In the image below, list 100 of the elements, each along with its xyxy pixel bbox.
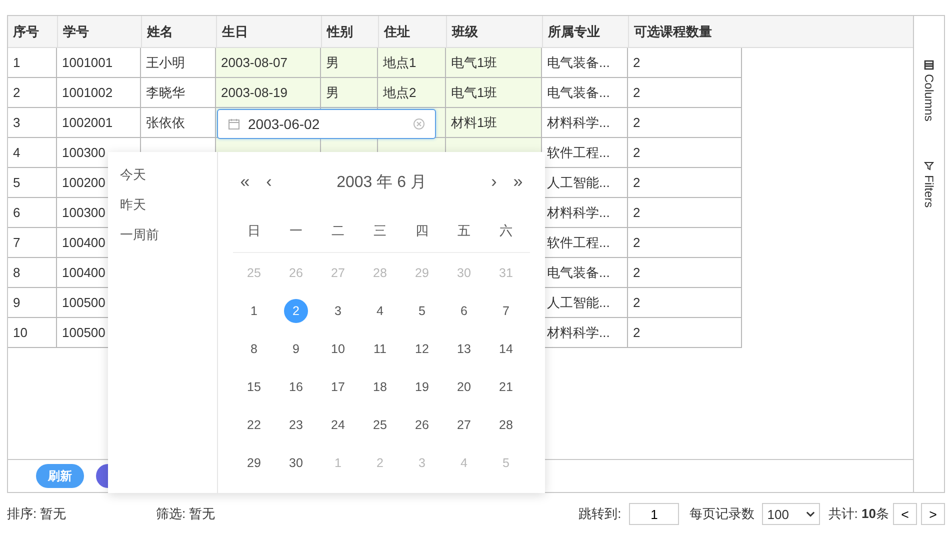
calendar-day[interactable]: 1 [242,299,266,323]
column-header[interactable]: 所属专业 [542,16,628,47]
table-cell: 2 [628,168,742,198]
table-cell: 2 [628,258,742,288]
weekday-label: 五 [456,222,472,240]
table-cell: 2 [628,48,742,78]
calendar-day[interactable]: 16 [284,375,308,399]
calendar-day[interactable]: 23 [284,413,308,437]
filter-icon [924,161,934,172]
table-cell: 7 [8,228,57,258]
table-cell: 电气装备... [542,48,628,78]
calendar-day[interactable]: 18 [368,375,392,399]
weekday-label: 四 [414,222,430,240]
table-cell: 1002001 [57,108,141,138]
table-cell: 材料科学... [542,108,628,138]
calendar-icon [228,118,240,130]
calendar-day[interactable]: 26 [410,413,434,437]
calendar-day[interactable]: 25 [368,413,392,437]
calendar-day[interactable]: 9 [284,337,308,361]
calendar-day[interactable]: 12 [410,337,434,361]
column-header[interactable]: 性别 [321,16,378,47]
page-input[interactable]: 1 [629,503,680,525]
page-size-select[interactable]: 100 [762,503,820,525]
table-cell: 2 [628,228,742,258]
calendar-day[interactable]: 22 [242,413,266,437]
table-cell: 2 [628,288,742,318]
prev-month-button[interactable]: ‹ [257,172,281,192]
table-cell: 地点1 [378,48,446,78]
calendar-day[interactable]: 8 [242,337,266,361]
table-cell: 1001002 [57,78,141,108]
clear-icon[interactable] [413,118,425,130]
filter-status: 筛选: 暂无 [156,505,216,523]
calendar-day[interactable]: 3 [326,299,350,323]
sort-status: 排序: 暂无 [7,505,68,523]
calendar-day[interactable]: 29 [242,451,266,475]
table-cell: 2 [628,138,742,168]
table-cell: 1001001 [57,48,141,78]
weekday-label: 三 [372,222,388,240]
prev-year-button[interactable]: « [233,172,257,192]
table-cell: 6 [8,198,57,228]
column-header[interactable]: 序号 [8,16,57,47]
table-cell: 9 [8,288,57,318]
column-header[interactable]: 学号 [57,16,141,47]
calendar-day[interactable]: 19 [410,375,434,399]
table-cell: 2 [628,318,742,348]
calendar-day[interactable]: 5 [410,299,434,323]
column-header[interactable]: 可选课程数量 [628,16,742,47]
month-title: 2003 年 6 月 [336,172,428,192]
calendar-day[interactable]: 7 [494,299,518,323]
table-cell: 电气1班 [446,48,542,78]
side-panel-tab[interactable]: Columns [922,60,936,122]
weekday-label: 二 [330,222,346,240]
calendar-day[interactable]: 15 [242,375,266,399]
table-cell: 5 [8,168,57,198]
columns-icon [924,60,934,70]
table-cell: 2 [628,78,742,108]
page-size-label: 每页记录数 [689,505,754,523]
calendar-day[interactable]: 4 [368,299,392,323]
table-cell: 3 [8,108,57,138]
table-cell: 2 [628,198,742,228]
table-cell: 4 [8,138,57,168]
table-cell: 2003-08-07 [216,48,321,78]
table-cell: 2 [8,78,57,108]
side-panel-tab[interactable]: Filters [922,161,936,208]
table-cell: 男 [321,48,378,78]
calendar-day[interactable]: 30 [284,451,308,475]
jump-label: 跳转到: [578,505,622,523]
column-header[interactable]: 姓名 [141,16,216,47]
calendar-day[interactable]: 24 [326,413,350,437]
date-input[interactable]: 2003-06-02 [217,109,436,139]
table-cell: 男 [321,78,378,108]
total-count: 共计: 10条 [828,505,889,523]
calendar-day[interactable]: 13 [452,337,476,361]
calendar-day[interactable]: 21 [494,375,518,399]
table-cell: 2003-08-19 [216,78,321,108]
calendar-day[interactable]: 20 [452,375,476,399]
weekday-label: 一 [288,222,304,240]
column-header[interactable]: 生日 [216,16,321,47]
table-cell: 10 [8,318,57,348]
column-header[interactable]: 住址 [378,16,446,47]
column-header[interactable]: 班级 [446,16,542,47]
calendar-day[interactable]: 6 [452,299,476,323]
weekday-label: 六 [498,222,514,240]
calendar-day[interactable]: 11 [368,337,392,361]
prev-page-button[interactable]: < [893,503,917,525]
calendar-day[interactable]: 14 [494,337,518,361]
table-cell: 1 [8,48,57,78]
table-cell: 材料1班 [446,108,542,138]
next-month-button[interactable]: › [482,172,506,192]
calendar-day[interactable]: 10 [326,337,350,361]
next-year-button[interactable]: » [506,172,530,192]
chevron-down-icon [806,511,816,517]
table-cell: 2 [628,108,742,138]
table-cell: 8 [8,258,57,288]
calendar-day[interactable]: 28 [494,413,518,437]
calendar-day[interactable]: 27 [452,413,476,437]
next-page-button[interactable]: > [921,503,945,525]
calendar-day[interactable]: 17 [326,375,350,399]
table-cell: 地点2 [378,78,446,108]
table-cell: 电气1班 [446,78,542,108]
